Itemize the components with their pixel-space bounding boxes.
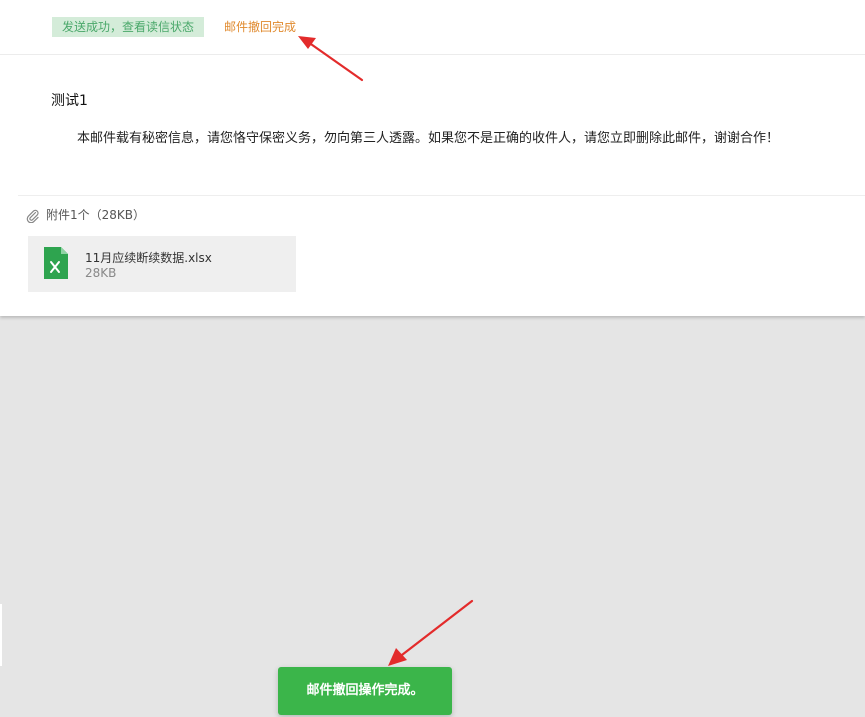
attachment-card[interactable]: 11月应续断续数据.xlsx 28KB bbox=[28, 236, 296, 292]
paperclip-icon bbox=[26, 209, 39, 223]
mail-subject: 测试1 bbox=[51, 93, 88, 109]
mail-read-panel: 发送成功，查看读信状态 邮件撤回完成 测试1 本邮件载有秘密信息，请您恪守保密义… bbox=[0, 0, 865, 316]
attachment-file-name[interactable]: 11月应续断续数据.xlsx bbox=[85, 249, 212, 266]
attachment-header-label: 附件1个（28KB） bbox=[46, 208, 146, 222]
divider bbox=[18, 195, 865, 196]
send-status-bar: 发送成功，查看读信状态 邮件撤回完成 bbox=[0, 0, 865, 55]
attachment-header: 附件1个（28KB） bbox=[26, 206, 145, 224]
recall-status-link[interactable]: 邮件撤回完成 bbox=[224, 17, 296, 37]
toast-notification: 邮件撤回操作完成。 bbox=[278, 667, 452, 715]
annotation-arrow-bottom bbox=[388, 599, 474, 666]
window-edge bbox=[0, 604, 2, 666]
send-status-badge[interactable]: 发送成功，查看读信状态 bbox=[52, 17, 205, 37]
attachment-file-size: 28KB bbox=[85, 266, 117, 280]
excel-file-icon bbox=[44, 247, 68, 279]
mail-body: 本邮件载有秘密信息，请您恪守保密义务，勿向第三人透露。如果您不是正确的收件人，请… bbox=[77, 131, 780, 146]
